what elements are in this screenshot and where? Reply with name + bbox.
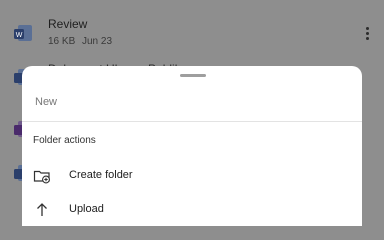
upload-button[interactable]: Upload <box>22 195 362 225</box>
folder-actions-heading: Folder actions <box>33 135 96 146</box>
new-label: New <box>35 96 58 108</box>
create-folder-label: Create folder <box>69 169 133 181</box>
divider <box>22 121 362 122</box>
upload-arrow-icon <box>37 203 47 216</box>
create-folder-icon <box>33 170 50 184</box>
drag-handle[interactable] <box>180 74 206 77</box>
bottom-sheet: New Folder actions Create folder Upload <box>22 66 362 226</box>
upload-label: Upload <box>69 203 104 215</box>
create-folder-button[interactable]: Create folder <box>22 161 362 191</box>
